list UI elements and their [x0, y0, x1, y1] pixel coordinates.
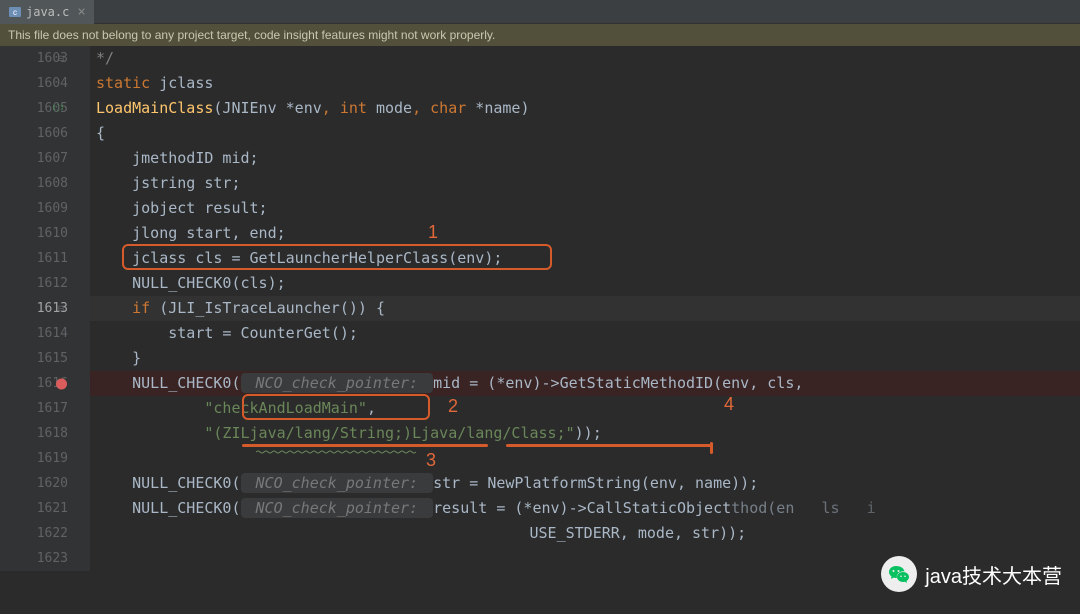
code-line: USE_STDERR, mode, str)); — [96, 521, 1080, 546]
line-number: 1615 — [0, 346, 68, 371]
close-icon[interactable]: × — [77, 4, 85, 20]
wechat-icon — [881, 556, 917, 592]
code-line — [96, 446, 1080, 471]
breakpoint-icon[interactable] — [56, 378, 67, 389]
line-number: 1608 — [0, 171, 68, 196]
inline-hint: NCO_check_pointer: — [241, 498, 434, 518]
warning-bar: This file does not belong to any project… — [0, 24, 1080, 46]
code-line: { — [96, 121, 1080, 146]
code-line: */ — [96, 46, 1080, 71]
code-line: "checkAndLoadMain", — [96, 396, 1080, 421]
watermark-text: java技术大本营 — [925, 560, 1062, 589]
inline-hint: NCO_check_pointer: — [241, 373, 434, 393]
line-number: 1614 — [0, 321, 68, 346]
line-number: 1620 — [0, 471, 68, 496]
line-number: 1606 — [0, 121, 68, 146]
code-line: jclass cls = GetLauncherHelperClass(env)… — [96, 246, 1080, 271]
line-number: 1609 — [0, 196, 68, 221]
inline-hint: NCO_check_pointer: — [241, 473, 434, 493]
code-line: jlong start, end; — [96, 221, 1080, 246]
code-line: } — [96, 346, 1080, 371]
code-line: "(ZILjava/lang/String;)Ljava/lang/Class;… — [96, 421, 1080, 446]
code-area[interactable]: */ static jclass LoadMainClass(JNIEnv *e… — [90, 46, 1080, 571]
code-line: jobject result; — [96, 196, 1080, 221]
warning-text: This file does not belong to any project… — [8, 28, 495, 42]
watermark: java技术大本营 — [881, 556, 1062, 592]
line-number: 1605 — [0, 96, 68, 121]
code-line: start = CounterGet(); — [96, 321, 1080, 346]
line-number: 1619 — [0, 446, 68, 471]
fold-icon[interactable]: ⊟ — [58, 46, 64, 71]
code-line: NULL_CHECK0( NCO_check_pointer: mid = (*… — [96, 371, 1080, 396]
code-line: NULL_CHECK0( NCO_check_pointer: str = Ne… — [96, 471, 1080, 496]
code-line: NULL_CHECK0(cls); — [96, 271, 1080, 296]
line-gutter: 1603⊟ 1604 1605 1606 1607 1608 1609 1610… — [0, 46, 90, 571]
line-number: 1617 — [0, 396, 68, 421]
line-number: 1603⊟ — [0, 46, 68, 71]
code-line: NULL_CHECK0( NCO_check_pointer: result =… — [96, 496, 1080, 521]
code-line: if (JLI_IsTraceLauncher()) { — [96, 296, 1080, 321]
line-number: 1623 — [0, 546, 68, 571]
line-number: 1612 — [0, 271, 68, 296]
line-number: 1607 — [0, 146, 68, 171]
svg-text:c: c — [13, 8, 17, 17]
code-line: jstring str; — [96, 171, 1080, 196]
code-line: static jclass — [96, 71, 1080, 96]
tab-label: java.c — [26, 5, 69, 19]
file-tab[interactable]: c java.c × — [0, 0, 94, 24]
line-number: 1622 — [0, 521, 68, 546]
line-number: 1618 — [0, 421, 68, 446]
c-file-icon: c — [8, 5, 22, 19]
code-line: LoadMainClass(JNIEnv *env, int mode, cha… — [96, 96, 1080, 121]
line-number: 1621 — [0, 496, 68, 521]
vcs-change-icon — [52, 96, 64, 121]
line-number: 1611 — [0, 246, 68, 271]
line-number: 1610 — [0, 221, 68, 246]
code-line: jmethodID mid; — [96, 146, 1080, 171]
code-editor[interactable]: 1603⊟ 1604 1605 1606 1607 1608 1609 1610… — [0, 46, 1080, 571]
tab-bar: c java.c × — [0, 0, 1080, 24]
line-number: 1604 — [0, 71, 68, 96]
line-number: 1616 — [0, 371, 68, 396]
fold-icon[interactable]: ⊟ — [58, 296, 64, 321]
line-number: 1613⊟ — [0, 296, 68, 321]
